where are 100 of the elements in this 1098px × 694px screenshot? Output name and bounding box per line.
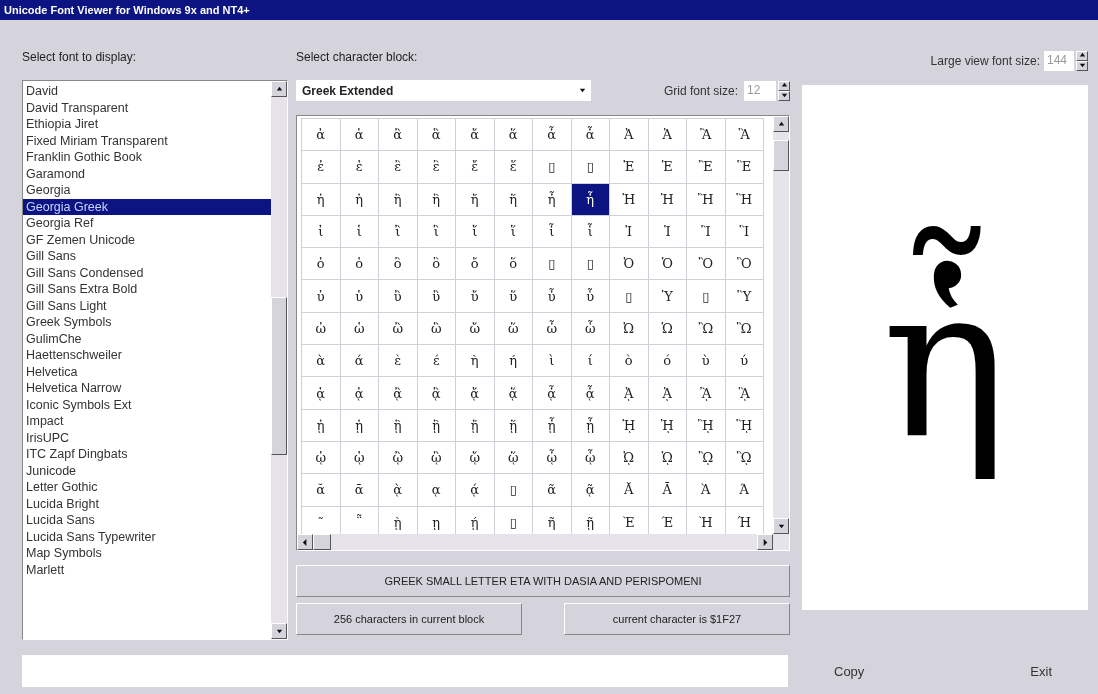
character-cell[interactable]: Ἂ [686, 118, 725, 151]
character-cell[interactable]: ἶ [532, 215, 571, 248]
character-cell[interactable]: Ἡ [648, 183, 687, 216]
character-cell[interactable]: Ἰ [609, 215, 648, 248]
font-list-item[interactable]: David [23, 83, 271, 100]
character-cell[interactable]: ᾡ [340, 441, 379, 474]
font-list-item[interactable]: Junicode [23, 462, 271, 479]
character-cell[interactable]: ᾄ [455, 376, 494, 410]
font-list-item[interactable]: Georgia [23, 182, 271, 199]
character-cell[interactable]: ἴ [455, 215, 494, 248]
character-cell[interactable]: ὴ [455, 344, 494, 377]
character-cell[interactable]: ᾓ [417, 409, 456, 442]
character-cell[interactable]: ᾛ [725, 409, 764, 442]
character-cell[interactable]: ᾣ [417, 441, 456, 474]
character-cell[interactable]: ὢ [378, 312, 417, 345]
character-cell[interactable]: ὖ [532, 280, 571, 313]
character-cell[interactable]: ἢ [378, 183, 417, 216]
character-cell[interactable]: ἓ [417, 150, 456, 184]
character-cell[interactable]: Ὂ [686, 247, 725, 280]
character-cell[interactable]: ὄ [455, 247, 494, 280]
character-cell[interactable]: ὑ [340, 280, 379, 313]
scroll-left-button[interactable] [297, 534, 313, 550]
character-cell[interactable]: ▯ [571, 247, 610, 280]
character-cell[interactable]: Ὁ [648, 247, 687, 280]
character-cell[interactable]: ἳ [417, 215, 456, 248]
character-cell[interactable]: ᾲ [378, 473, 417, 507]
character-cell[interactable]: ὐ [301, 280, 340, 313]
character-cell[interactable]: Ἐ [609, 150, 648, 184]
scrollbar-thumb[interactable] [313, 534, 331, 550]
character-cell[interactable]: ὥ [494, 312, 533, 345]
character-cell[interactable]: ὺ [686, 344, 725, 377]
font-list-item[interactable]: Gill Sans Extra Bold [23, 281, 271, 298]
character-cell[interactable]: ᾰ [301, 473, 340, 507]
font-list-item[interactable]: David Transparent [23, 99, 271, 116]
character-cell[interactable]: Ἒ [686, 150, 725, 184]
font-list-item[interactable]: Helvetica [23, 363, 271, 380]
character-cell[interactable]: ἐ [301, 150, 340, 184]
character-cell[interactable]: ᾃ [417, 376, 456, 410]
character-cell[interactable]: ἑ [340, 150, 379, 184]
text-field[interactable] [22, 655, 788, 687]
scroll-up-button[interactable] [773, 116, 789, 132]
character-cell[interactable]: ὧ [571, 312, 610, 345]
character-cell[interactable]: ἥ [494, 183, 533, 216]
font-list-item[interactable]: GulimChe [23, 330, 271, 347]
character-cell[interactable]: ὂ [378, 247, 417, 280]
character-cell[interactable]: ᾢ [378, 441, 417, 474]
character-cell[interactable]: ή [494, 344, 533, 377]
font-list-item[interactable]: Georgia Greek [23, 198, 271, 215]
character-cell[interactable]: ᾅ [494, 376, 533, 410]
character-cell[interactable]: ᾉ [648, 376, 687, 410]
character-cell[interactable]: ἰ [301, 215, 340, 248]
character-cell[interactable]: ὅ [494, 247, 533, 280]
font-list-item[interactable]: Map Symbols [23, 545, 271, 562]
character-cell[interactable]: ᾁ [340, 376, 379, 410]
character-cell[interactable]: Ὰ [686, 473, 725, 507]
character-cell[interactable]: ᾥ [494, 441, 533, 474]
spin-up-button[interactable] [1076, 50, 1088, 61]
character-cell[interactable]: ὁ [340, 247, 379, 280]
character-cell[interactable]: ὣ [417, 312, 456, 345]
character-cell[interactable]: Ἱ [648, 215, 687, 248]
character-cell[interactable]: ἁ [340, 118, 379, 151]
font-list-item[interactable]: Garamond [23, 165, 271, 182]
character-cell[interactable]: ᾷ [571, 473, 610, 507]
character-cell[interactable]: ᾂ [378, 376, 417, 410]
character-cell[interactable]: ἕ [494, 150, 533, 184]
character-cell[interactable]: Ἑ [648, 150, 687, 184]
character-cell[interactable]: ▯ [532, 150, 571, 184]
character-cell[interactable]: Ὢ [686, 312, 725, 345]
character-cell[interactable]: Ᾰ [609, 473, 648, 507]
font-list-item[interactable]: Greek Symbols [23, 314, 271, 331]
character-cell[interactable]: ᾙ [648, 409, 687, 442]
character-cell[interactable]: ᾴ [455, 473, 494, 507]
character-cell[interactable]: ἂ [378, 118, 417, 151]
character-cell[interactable]: ᾤ [455, 441, 494, 474]
character-cell[interactable]: ᾋ [725, 376, 764, 410]
character-cell[interactable]: ύ [725, 344, 764, 377]
font-list-item[interactable]: Haettenschweiler [23, 347, 271, 364]
spin-down-button[interactable] [778, 90, 790, 101]
character-cell[interactable]: ᾫ [725, 441, 764, 474]
character-cell[interactable]: ἠ [301, 183, 340, 216]
character-cell[interactable]: ἒ [378, 150, 417, 184]
character-cell[interactable]: ὸ [609, 344, 648, 377]
character-cell[interactable]: ἇ [571, 118, 610, 151]
character-cell[interactable]: Ὃ [725, 247, 764, 280]
character-cell[interactable]: ὀ [301, 247, 340, 280]
character-block-dropdown[interactable]: Greek Extended [296, 80, 591, 101]
font-list-item[interactable]: Letter Gothic [23, 479, 271, 496]
character-cell[interactable]: Ᾱ [648, 473, 687, 507]
scroll-down-button[interactable] [773, 518, 789, 534]
character-cell[interactable]: ▯ [494, 473, 533, 507]
character-cell[interactable]: ▯ [609, 280, 648, 313]
character-cell[interactable]: ἔ [455, 150, 494, 184]
font-list-item[interactable]: Gill Sans Light [23, 297, 271, 314]
font-list[interactable] [22, 80, 288, 640]
scroll-right-button[interactable] [757, 534, 773, 550]
character-cell[interactable]: ᾧ [571, 441, 610, 474]
font-list-item[interactable]: ITC Zapf Dingbats [23, 446, 271, 463]
character-cell[interactable]: έ [417, 344, 456, 377]
vertical-scrollbar[interactable] [271, 81, 287, 639]
font-list-item[interactable]: Lucida Bright [23, 495, 271, 512]
